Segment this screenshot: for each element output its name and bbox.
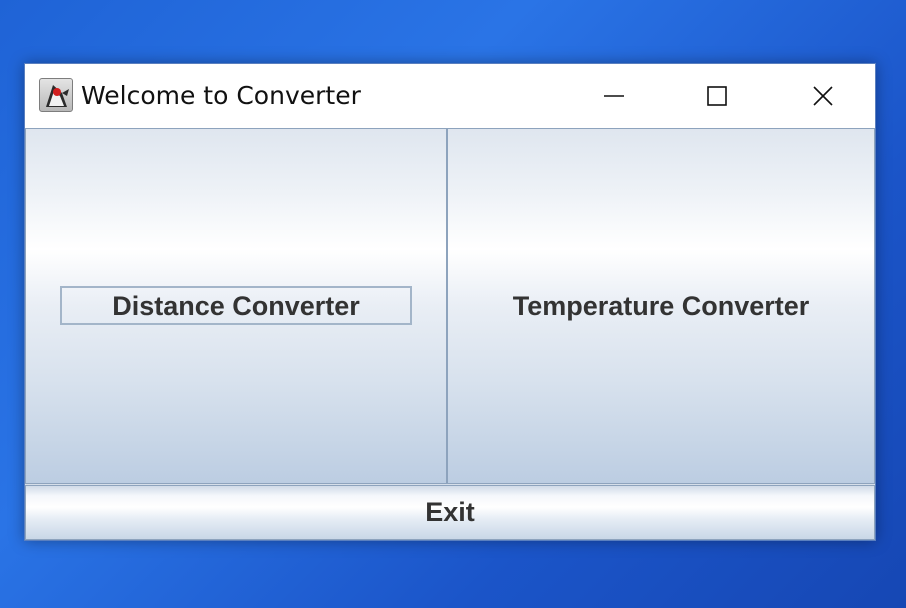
desktop-background: Welcome to Converter Distance Converter … [0,0,906,608]
title-bar[interactable]: Welcome to Converter [25,64,875,128]
converter-window: Welcome to Converter Distance Converter … [24,63,876,541]
exit-button[interactable]: Exit [25,485,875,540]
maximize-button[interactable] [687,64,747,128]
temperature-converter-button[interactable]: Temperature Converter [447,128,875,484]
minimize-button[interactable] [584,64,644,128]
window-title: Welcome to Converter [81,81,361,110]
distance-converter-button[interactable]: Distance Converter [25,128,447,484]
distance-converter-label: Distance Converter [112,290,360,321]
maximize-icon [707,86,727,106]
exit-label: Exit [425,497,475,527]
temperature-converter-label: Temperature Converter [512,290,810,321]
java-duke-icon [39,78,73,112]
close-button[interactable] [793,64,853,128]
minimize-icon [604,95,624,97]
content-pane: Distance Converter Temperature Converter… [25,128,875,540]
close-icon [813,86,833,106]
